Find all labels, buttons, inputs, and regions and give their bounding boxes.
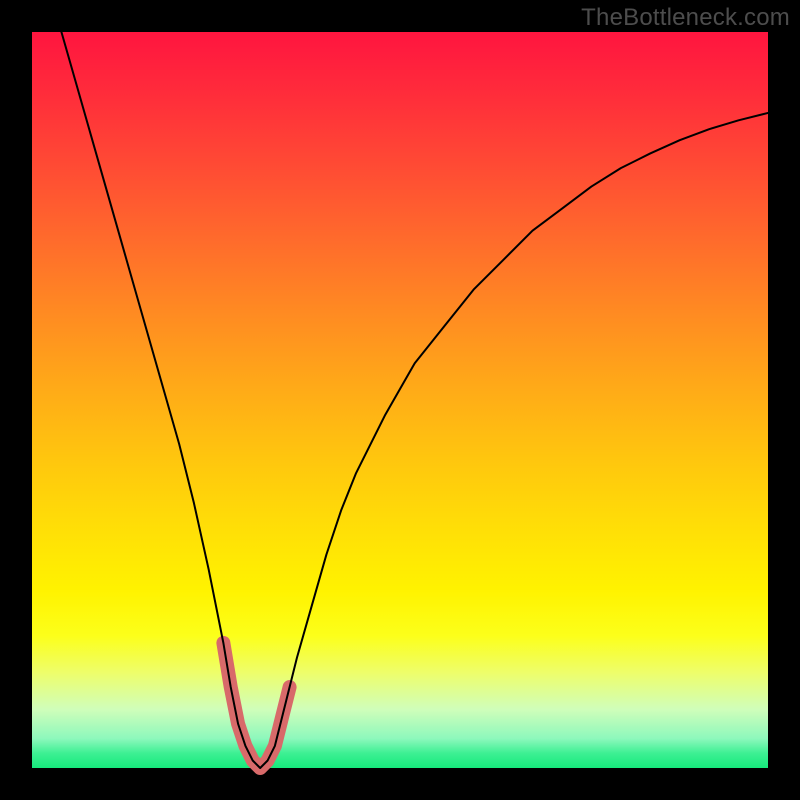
curve-svg: [32, 32, 768, 768]
main-curve: [61, 32, 768, 768]
watermark-text: TheBottleneck.com: [581, 4, 790, 32]
outer-frame: TheBottleneck.com: [0, 0, 800, 800]
plot-area: [32, 32, 768, 768]
highlight-segment: [223, 643, 289, 768]
